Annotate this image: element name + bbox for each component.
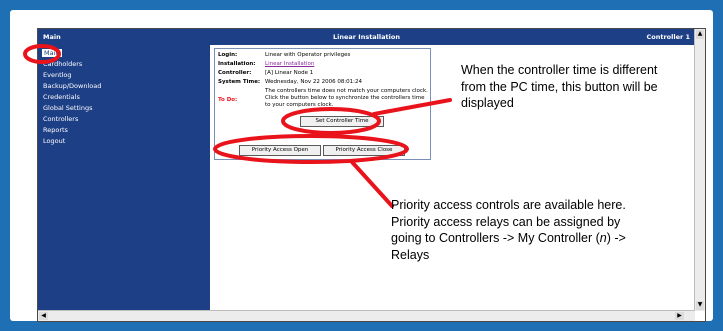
set-time-callout: When the controller time is different fr…	[461, 63, 658, 110]
priority-access-highlight-ellipse	[213, 134, 409, 164]
priority-access-callout: Priority access controls are available h…	[391, 197, 626, 263]
screenshot-frame: Main Linear Installation Controller 1 Ma…	[10, 10, 713, 322]
main-highlight-ellipse	[23, 44, 61, 64]
annotation-overlay	[23, 44, 452, 208]
set-time-arrow-line	[372, 98, 452, 116]
set-time-highlight-ellipse	[281, 107, 381, 135]
priority-access-callout-n: n	[599, 231, 607, 245]
priority-access-arrow-line	[350, 160, 394, 208]
priority-access-callout-text: Priority access controls are available h…	[391, 198, 626, 245]
